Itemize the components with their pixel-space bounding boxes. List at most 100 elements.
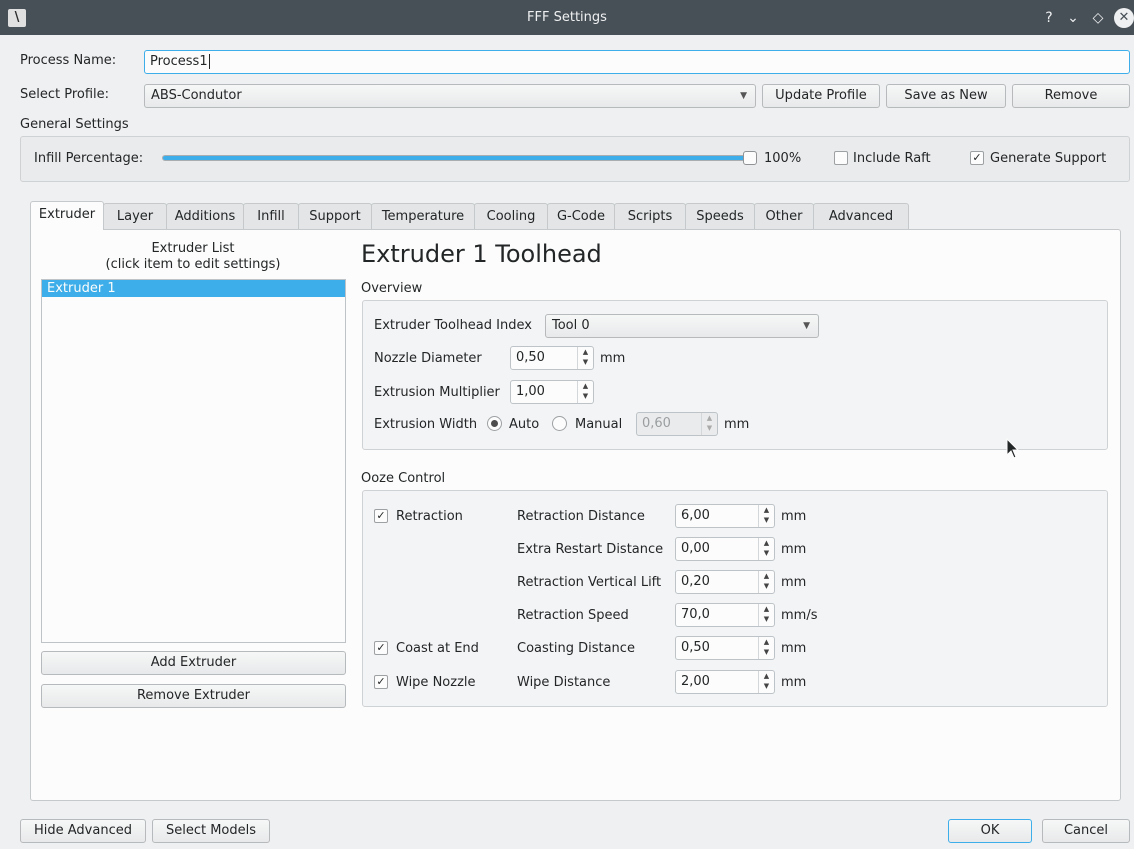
toolhead-index-select[interactable]: Tool 0 ▼ xyxy=(545,314,819,338)
retraction-distance-label: Retraction Distance xyxy=(517,509,645,524)
title-bar: FFF Settings \ ? ⌄ ◇ ✕ xyxy=(0,0,1134,35)
spin-arrows-icon[interactable]: ▲ ▼ xyxy=(758,671,774,693)
spin-arrows-icon[interactable]: ▲ ▼ xyxy=(701,413,717,435)
remove-profile-button[interactable]: Remove xyxy=(1012,84,1130,108)
chevron-down-icon: ▼ xyxy=(803,321,810,331)
retraction-distance-spinbox[interactable]: 6,00 ▲ ▼ xyxy=(675,504,775,528)
wipe-nozzle-label: Wipe Nozzle xyxy=(396,675,476,690)
spin-arrows-icon[interactable]: ▲ ▼ xyxy=(758,604,774,626)
process-name-label: Process Name: xyxy=(20,53,117,68)
tab-cooling[interactable]: Cooling xyxy=(474,203,548,230)
tab-advanced[interactable]: Advanced xyxy=(813,203,909,230)
help-icon[interactable]: ? xyxy=(1040,8,1058,28)
wipe-nozzle-checkbox[interactable]: ✓ xyxy=(374,675,388,689)
toolhead-heading: Extruder 1 Toolhead xyxy=(361,240,602,268)
retraction-vertical-lift-unit: mm xyxy=(781,575,807,590)
extrusion-width-value: 0,60 xyxy=(642,416,671,431)
retraction-speed-spinbox[interactable]: 70,0 ▲ ▼ xyxy=(675,603,775,627)
extrusion-multiplier-value: 1,00 xyxy=(516,384,545,399)
spin-arrows-icon[interactable]: ▲ ▼ xyxy=(758,538,774,560)
include-raft-checkbox[interactable] xyxy=(834,151,848,165)
mouse-cursor-icon xyxy=(1006,438,1020,459)
ok-button[interactable]: OK xyxy=(948,819,1032,843)
tab-layer[interactable]: Layer xyxy=(103,203,167,230)
process-name-value: Process1 xyxy=(150,54,208,69)
wipe-distance-spinbox[interactable]: 2,00 ▲ ▼ xyxy=(675,670,775,694)
generate-support-label: Generate Support xyxy=(990,151,1107,166)
tab-other[interactable]: Other xyxy=(754,203,814,230)
generate-support-checkbox[interactable]: ✓ xyxy=(970,151,984,165)
retraction-speed-label: Retraction Speed xyxy=(517,608,629,623)
coasting-distance-spinbox[interactable]: 0,50 ▲ ▼ xyxy=(675,636,775,660)
extruder-list-title-line1: Extruder List xyxy=(151,241,235,256)
minimize-icon[interactable]: ⌄ xyxy=(1064,8,1082,28)
extrusion-width-manual-radio[interactable] xyxy=(552,416,567,431)
window-title: FFF Settings xyxy=(527,10,607,25)
save-as-new-button[interactable]: Save as New xyxy=(886,84,1006,108)
infill-slider-fill xyxy=(163,156,755,160)
close-icon[interactable]: ✕ xyxy=(1114,8,1134,28)
spin-arrows-icon[interactable]: ▲ ▼ xyxy=(577,347,593,369)
retraction-checkbox[interactable]: ✓ xyxy=(374,509,388,523)
coast-at-end-label: Coast at End xyxy=(396,641,479,656)
extra-restart-distance-unit: mm xyxy=(781,542,807,557)
nozzle-diameter-unit: mm xyxy=(600,351,626,366)
spin-arrows-icon[interactable]: ▲ ▼ xyxy=(758,505,774,527)
tab-scripts[interactable]: Scripts xyxy=(614,203,686,230)
tab-speeds[interactable]: Speeds xyxy=(685,203,755,230)
nozzle-diameter-value: 0,50 xyxy=(516,350,545,365)
retraction-vertical-lift-spinbox[interactable]: 0,20 ▲ ▼ xyxy=(675,570,775,594)
extruder-list-item[interactable]: Extruder 1 xyxy=(42,280,345,297)
tab-infill[interactable]: Infill xyxy=(243,203,299,230)
select-profile-label: Select Profile: xyxy=(20,87,110,102)
coasting-distance-label: Coasting Distance xyxy=(517,641,635,656)
tab-temperature[interactable]: Temperature xyxy=(371,203,475,230)
extrusion-width-auto-label: Auto xyxy=(509,417,540,432)
spin-arrows-icon[interactable]: ▲ ▼ xyxy=(758,571,774,593)
wipe-distance-label: Wipe Distance xyxy=(517,675,611,690)
process-name-input[interactable]: Process1 xyxy=(144,50,1130,74)
nozzle-diameter-spinbox[interactable]: 0,50 ▲ ▼ xyxy=(510,346,594,370)
spin-arrows-icon[interactable]: ▲ ▼ xyxy=(758,637,774,659)
extrusion-width-auto-radio[interactable] xyxy=(487,416,502,431)
infill-slider-handle[interactable] xyxy=(743,151,757,165)
infill-percentage-label: Infill Percentage: xyxy=(34,151,144,166)
extrusion-width-manual-label: Manual xyxy=(575,417,623,432)
extrusion-width-label: Extrusion Width xyxy=(374,417,478,432)
extrusion-width-spinbox[interactable]: 0,60 ▲ ▼ xyxy=(636,412,718,436)
tab-extruder[interactable]: Extruder xyxy=(30,201,104,230)
extruder-list[interactable]: Extruder 1 xyxy=(41,279,346,643)
extrusion-multiplier-spinbox[interactable]: 1,00 ▲ ▼ xyxy=(510,380,594,404)
retraction-label: Retraction xyxy=(396,509,463,524)
include-raft-label: Include Raft xyxy=(853,151,931,166)
remove-extruder-button[interactable]: Remove Extruder xyxy=(41,684,346,708)
spin-arrows-icon[interactable]: ▲ ▼ xyxy=(577,381,593,403)
overview-title: Overview xyxy=(361,281,423,296)
retraction-speed-unit: mm/s xyxy=(781,608,818,623)
infill-value: 100% xyxy=(764,151,802,166)
nozzle-diameter-label: Nozzle Diameter xyxy=(374,351,482,366)
wipe-distance-unit: mm xyxy=(781,675,807,690)
extra-restart-distance-label: Extra Restart Distance xyxy=(517,542,664,557)
update-profile-button[interactable]: Update Profile xyxy=(762,84,880,108)
retraction-distance-unit: mm xyxy=(781,509,807,524)
add-extruder-button[interactable]: Add Extruder xyxy=(41,651,346,675)
tab-additions[interactable]: Additions xyxy=(166,203,244,230)
chevron-down-icon: ▼ xyxy=(740,91,747,101)
retraction-speed-value: 70,0 xyxy=(681,607,710,622)
infill-slider-track[interactable] xyxy=(162,155,756,161)
toolhead-index-label: Extruder Toolhead Index xyxy=(374,318,532,333)
tab-g-code[interactable]: G-Code xyxy=(547,203,615,230)
extruder-list-title-line2: (click item to edit settings) xyxy=(105,257,281,272)
profile-select[interactable]: ABS-Condutor ▼ xyxy=(144,84,756,108)
coasting-distance-value: 0,50 xyxy=(681,640,710,655)
tab-support[interactable]: Support xyxy=(298,203,372,230)
app-icon[interactable]: \ xyxy=(8,9,26,27)
hide-advanced-button[interactable]: Hide Advanced xyxy=(20,819,146,843)
extra-restart-distance-value: 0,00 xyxy=(681,541,710,556)
cancel-button[interactable]: Cancel xyxy=(1042,819,1130,843)
extra-restart-distance-spinbox[interactable]: 0,00 ▲ ▼ xyxy=(675,537,775,561)
maximize-icon[interactable]: ◇ xyxy=(1089,8,1107,28)
coast-at-end-checkbox[interactable]: ✓ xyxy=(374,641,388,655)
select-models-button[interactable]: Select Models xyxy=(152,819,270,843)
